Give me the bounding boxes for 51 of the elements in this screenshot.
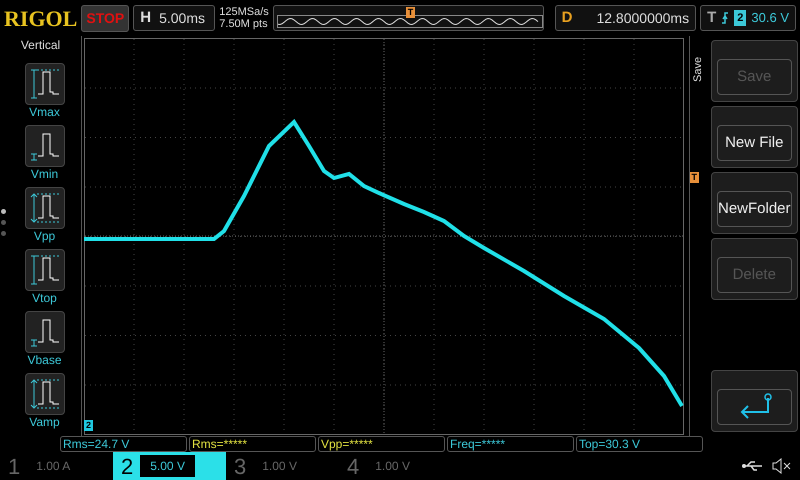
delay-label: D xyxy=(562,8,572,28)
rising-edge-icon xyxy=(721,12,730,24)
measure-button[interactable] xyxy=(24,125,64,167)
measurement-readout: Vpp=***** xyxy=(318,436,445,452)
channel-tab[interactable]: 2 5.00 V xyxy=(113,452,226,480)
horizontal-scale-panel[interactable]: H 5.00ms xyxy=(133,5,216,31)
brand-logo: RIGOL xyxy=(4,4,78,32)
delay-panel[interactable]: D 12.8000000ms xyxy=(554,5,696,31)
measure-button[interactable] xyxy=(24,187,64,229)
trigger-panel[interactable]: T 2 30.6 V xyxy=(700,5,796,31)
channel-scale: 5.00 V xyxy=(139,454,196,478)
trigger-label: T xyxy=(707,8,716,28)
measure-button[interactable] xyxy=(24,373,64,415)
menu-title: Vertical xyxy=(20,37,62,54)
measurement-readout: Top=30.3 V xyxy=(576,436,703,452)
menu-button[interactable]: New File xyxy=(711,106,798,168)
page-dot[interactable] xyxy=(1,231,6,236)
mute-icon xyxy=(772,458,792,474)
measure-button[interactable] xyxy=(24,63,64,105)
trigger-source: 2 xyxy=(734,10,746,26)
measure-label: Vbase xyxy=(26,353,63,367)
measure-label: Vmin xyxy=(30,167,60,181)
sample-rate: 125MSa/s xyxy=(219,6,269,18)
channel-tab[interactable]: 3 1.00 V xyxy=(226,452,339,480)
page-dot[interactable] xyxy=(1,220,6,225)
trigger-level: 30.6 V xyxy=(751,9,789,28)
channel-marker: 2 xyxy=(84,420,94,431)
delay-value: 12.8000000ms xyxy=(596,8,690,28)
channel-scale: 1.00 V xyxy=(374,458,411,475)
channel-tab[interactable]: 1 1.00 A xyxy=(0,452,113,480)
measure-label: Vtop xyxy=(31,291,58,305)
memory-depth: 7.50M pts xyxy=(219,18,269,30)
back-button[interactable] xyxy=(711,370,798,432)
measure-label: Vpp xyxy=(32,229,56,243)
channel-scale: 1.00 A xyxy=(35,458,72,475)
channel-scale: 1.00 V xyxy=(261,458,298,475)
usb-icon xyxy=(742,460,764,472)
measurement-readout: Freq=***** xyxy=(447,436,574,452)
measure-button[interactable] xyxy=(24,249,64,291)
measurement-readout: Rms=***** xyxy=(189,436,316,452)
page-dot[interactable] xyxy=(1,209,6,214)
time-scale-value: 5.00ms xyxy=(159,8,205,28)
menu-title: Save xyxy=(691,56,705,82)
channel-tab[interactable]: 4 1.00 V xyxy=(339,452,452,480)
horizontal-label: H xyxy=(140,8,152,28)
menu-button[interactable]: NewFolder xyxy=(711,172,798,234)
trigger-position-marker: T xyxy=(406,7,416,18)
measure-label: Vmax xyxy=(28,105,61,119)
measurement-readout: Rms=24.7 V xyxy=(60,436,187,452)
measure-button[interactable] xyxy=(24,311,64,353)
measure-label: Vamp xyxy=(28,415,61,429)
